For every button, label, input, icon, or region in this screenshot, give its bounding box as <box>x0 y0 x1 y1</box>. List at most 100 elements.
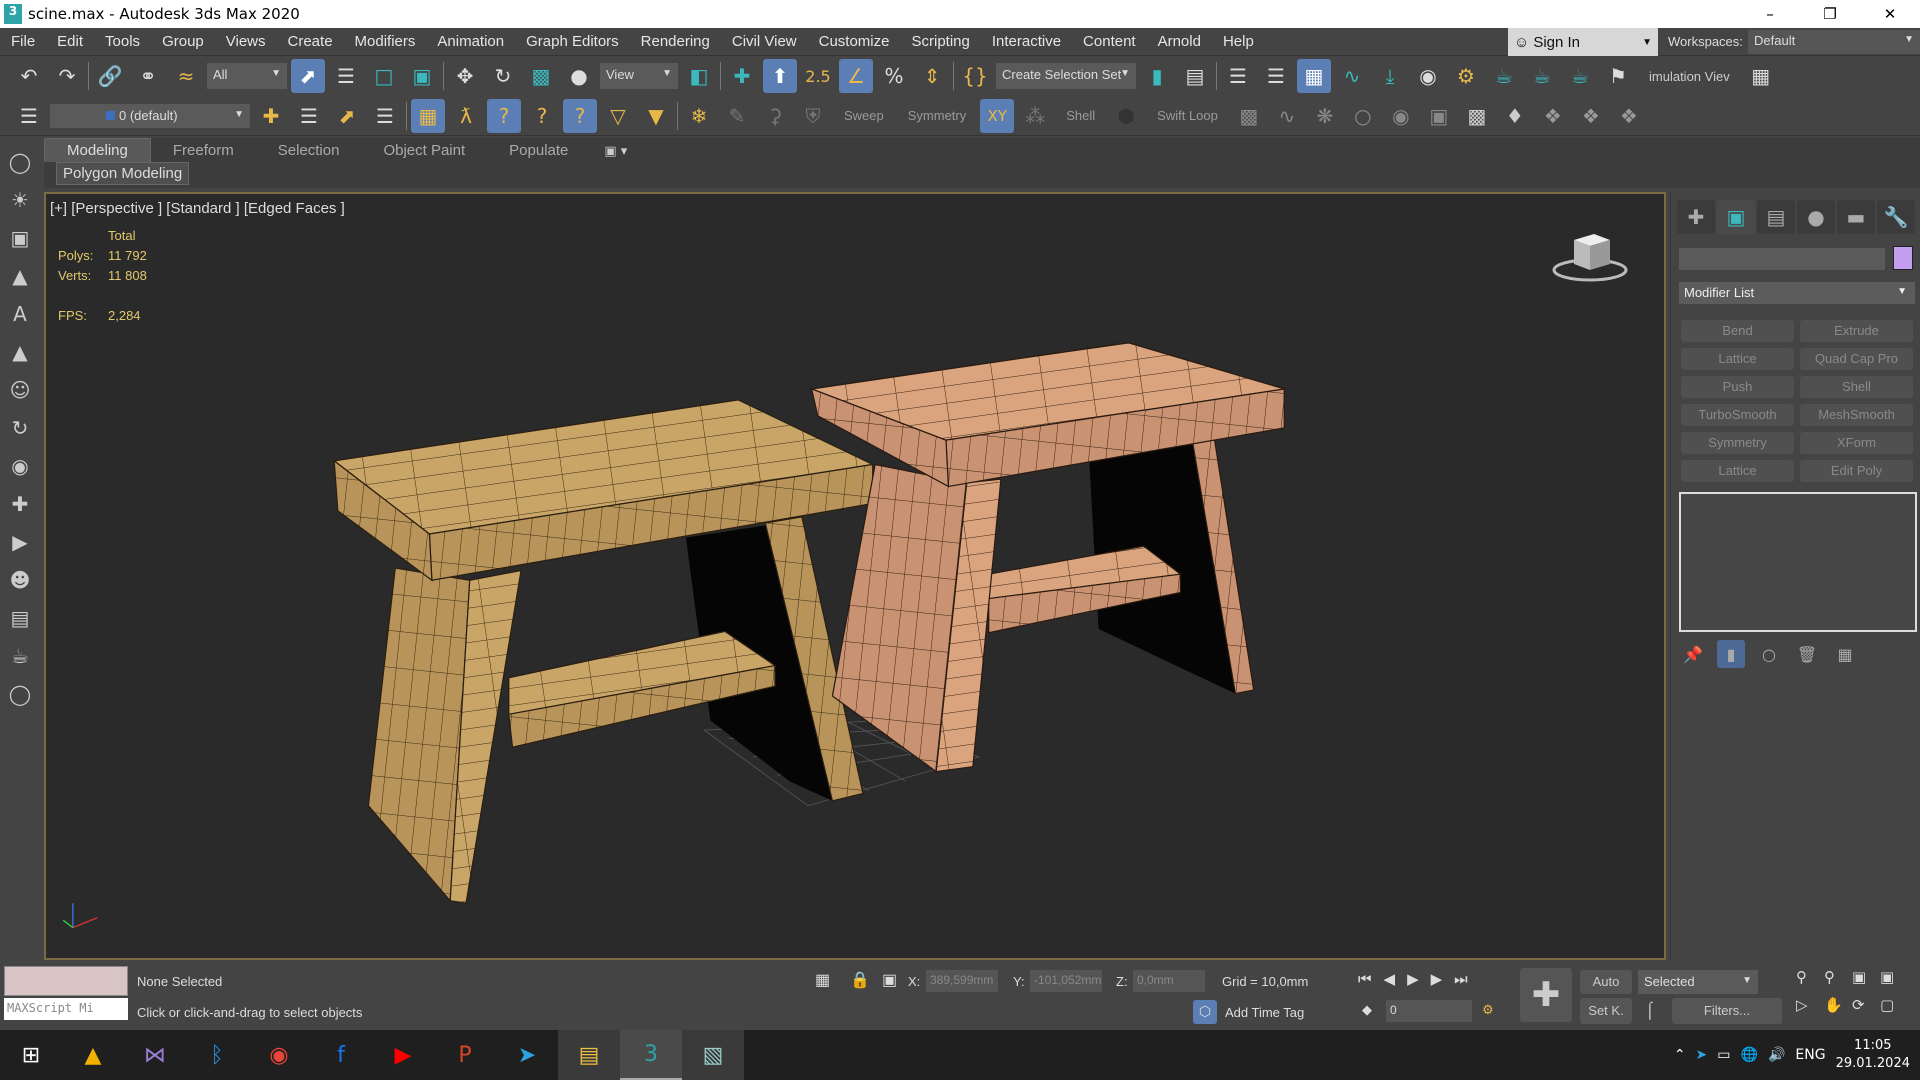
spline-icon[interactable]: ∿ <box>1270 99 1304 133</box>
menu-modifiers[interactable]: Modifiers <box>344 33 427 50</box>
menu-rendering[interactable]: Rendering <box>630 33 721 50</box>
menu-views[interactable]: Views <box>215 33 277 50</box>
current-frame-field[interactable]: 0 <box>1386 1000 1472 1022</box>
place-icon[interactable]: ● <box>562 59 596 93</box>
mirror-icon[interactable]: ▮ <box>1140 59 1174 93</box>
3ds-max-icon[interactable]: 3 <box>620 1030 682 1080</box>
curve-editor-icon[interactable]: ∿ <box>1335 59 1369 93</box>
lock-icon[interactable]: 🔒 <box>850 970 870 990</box>
modifier-button-xform[interactable]: XForm <box>1800 432 1913 454</box>
maxscript-mini-listener[interactable]: MAXScript Mi <box>4 998 128 1020</box>
zoom-extents-icon[interactable]: ▣ <box>1852 968 1880 986</box>
redo-icon[interactable]: ↷ <box>50 59 84 93</box>
sculpt-icon[interactable]: ❋ <box>1308 99 1342 133</box>
select-in-layer-icon[interactable]: ⬈ <box>330 99 364 133</box>
key-mode-icon[interactable]: ⌠ <box>1645 1002 1655 1020</box>
add-time-tag[interactable]: Add Time Tag <box>1225 1005 1304 1020</box>
minimize-icon[interactable]: – <box>1740 0 1800 28</box>
cube-grid-icon[interactable]: ❖ <box>1612 99 1646 133</box>
select-object-icon[interactable]: ⬈ <box>291 59 325 93</box>
workspace-select[interactable]: Default ▼ <box>1748 30 1920 54</box>
utilities-icon[interactable]: 🔧 <box>1877 200 1915 234</box>
menu-scripting[interactable]: Scripting <box>900 33 980 50</box>
windows-start-icon[interactable]: ⊞ <box>0 1030 62 1080</box>
rectangular-selection-icon[interactable]: □ <box>367 59 401 93</box>
menu-interactive[interactable]: Interactive <box>981 33 1072 50</box>
restore-icon[interactable]: ❐ <box>1800 0 1860 28</box>
key-mode-toggle-icon[interactable]: ◆ <box>1362 1002 1372 1018</box>
edge-snap-icon[interactable]: ? <box>525 99 559 133</box>
midpoint-snap-icon[interactable]: ? <box>563 98 597 133</box>
people-icon[interactable]: ☻ <box>5 564 35 596</box>
tab-modeling[interactable]: Modeling <box>44 138 151 162</box>
zoom-extents-all-icon[interactable]: ▣ <box>1880 968 1908 986</box>
volume-icon[interactable]: 🔊 <box>1768 1047 1785 1063</box>
maxscript-listener-output[interactable] <box>4 966 128 996</box>
dope-sheet-icon[interactable]: ⤓ <box>1373 59 1407 93</box>
cube-grid-icon[interactable]: ❖ <box>1574 99 1608 133</box>
language-indicator[interactable]: ENG <box>1795 1047 1825 1063</box>
perspective-viewport[interactable]: [+] [Perspective ] [Standard ] [Edged Fa… <box>44 192 1666 960</box>
reference-coordinate-dropdown[interactable]: View ▼ <box>600 63 678 89</box>
visual-studio-icon[interactable]: ⋈ <box>124 1030 186 1080</box>
file-explorer-icon[interactable]: ▤ <box>558 1030 620 1080</box>
tab-selection[interactable]: Selection <box>256 139 362 162</box>
menu-create[interactable]: Create <box>277 33 344 50</box>
make-unique-icon[interactable]: ○ <box>1755 640 1783 668</box>
notes-icon[interactable]: ▧ <box>682 1030 744 1080</box>
menu-help[interactable]: Help <box>1212 33 1265 50</box>
next-frame-icon[interactable]: ▶ <box>1431 970 1443 988</box>
tree-icon[interactable]: ▲ <box>5 260 35 292</box>
previous-frame-icon[interactable]: ◀ <box>1384 970 1396 988</box>
modifier-button-meshsmooth[interactable]: MeshSmooth <box>1800 404 1913 426</box>
remove-modifier-icon[interactable]: 🗑 <box>1793 640 1821 668</box>
go-to-start-icon[interactable]: ⏮ <box>1358 970 1372 988</box>
tornado-icon[interactable]: ♦ <box>1498 99 1532 133</box>
move-icon[interactable]: ✥ <box>448 59 482 93</box>
hierarchy-icon[interactable]: ▤ <box>1757 200 1795 234</box>
bind-spacewarp-icon[interactable]: ≈ <box>169 59 203 93</box>
perpendicular-snap-icon[interactable]: ▼ <box>639 99 673 133</box>
shield-mesh-icon[interactable]: ⛨ <box>796 99 830 133</box>
rendered-frame-window-icon[interactable]: ☕ <box>1487 59 1521 93</box>
field-of-view-icon[interactable]: ▷ <box>1796 996 1824 1014</box>
link-icon[interactable]: 🔗 <box>93 59 127 93</box>
select-by-name-icon[interactable]: ☰ <box>329 59 363 93</box>
set-key-button[interactable]: Set K. <box>1580 998 1632 1024</box>
sphere-icon[interactable]: ◉ <box>1384 99 1418 133</box>
capsule-icon[interactable]: ○ <box>1346 99 1380 133</box>
display-icon[interactable]: ▬ <box>1837 200 1875 234</box>
bluetooth-icon[interactable]: ᛒ <box>186 1030 248 1080</box>
viewcube-icon[interactable] <box>1550 226 1630 286</box>
play-view-icon[interactable]: ▶ <box>5 526 35 558</box>
play-icon[interactable]: ▶ <box>1407 970 1419 988</box>
align-icon[interactable]: ▤ <box>1178 59 1212 93</box>
box-icon[interactable]: ▣ <box>1422 99 1456 133</box>
figure-icon[interactable]: ☺ <box>5 374 35 406</box>
clock[interactable]: 11:05 29.01.2024 <box>1836 1037 1910 1073</box>
spinner-snap-icon[interactable]: ⇕ <box>915 59 949 93</box>
menu-customize[interactable]: Customize <box>808 33 901 50</box>
panel-icon[interactable]: ▤ <box>5 602 35 634</box>
edit-named-selection-icon[interactable]: {} <box>958 59 992 93</box>
orbit-icon[interactable]: ⟳ <box>1852 996 1880 1014</box>
noise-icon[interactable]: ⁂ <box>1018 99 1052 133</box>
battery-icon[interactable]: ▭ <box>1717 1047 1730 1063</box>
gem-icon[interactable]: ⬢ <box>1109 99 1143 133</box>
vertex-snap-icon[interactable]: ? <box>487 98 521 133</box>
key-filter-dropdown[interactable]: Selected ▼ <box>1638 970 1758 994</box>
powerpoint-icon[interactable]: P <box>434 1030 496 1080</box>
modifier-button-quad-cap-pro[interactable]: Quad Cap Pro <box>1800 348 1913 370</box>
create-icon[interactable]: ✚ <box>1677 200 1715 234</box>
x-coordinate-field[interactable]: 389,599mm <box>926 970 998 992</box>
show-hidden-icons-icon[interactable]: ⌃ <box>1674 1047 1686 1063</box>
render-cloud-icon[interactable]: ⚑ <box>1601 59 1635 93</box>
maximize-viewport-icon[interactable]: ▢ <box>1880 996 1908 1014</box>
modifier-stack[interactable] <box>1679 492 1917 632</box>
undo-icon[interactable]: ↶ <box>12 59 46 93</box>
simulation-view-label[interactable]: imulation Viev <box>1639 69 1740 84</box>
menu-edit[interactable]: Edit <box>46 33 94 50</box>
add-to-layer-icon[interactable]: ☰ <box>292 99 326 133</box>
object-color-swatch[interactable] <box>1893 246 1913 270</box>
rotate-view-icon[interactable]: ↻ <box>5 412 35 444</box>
